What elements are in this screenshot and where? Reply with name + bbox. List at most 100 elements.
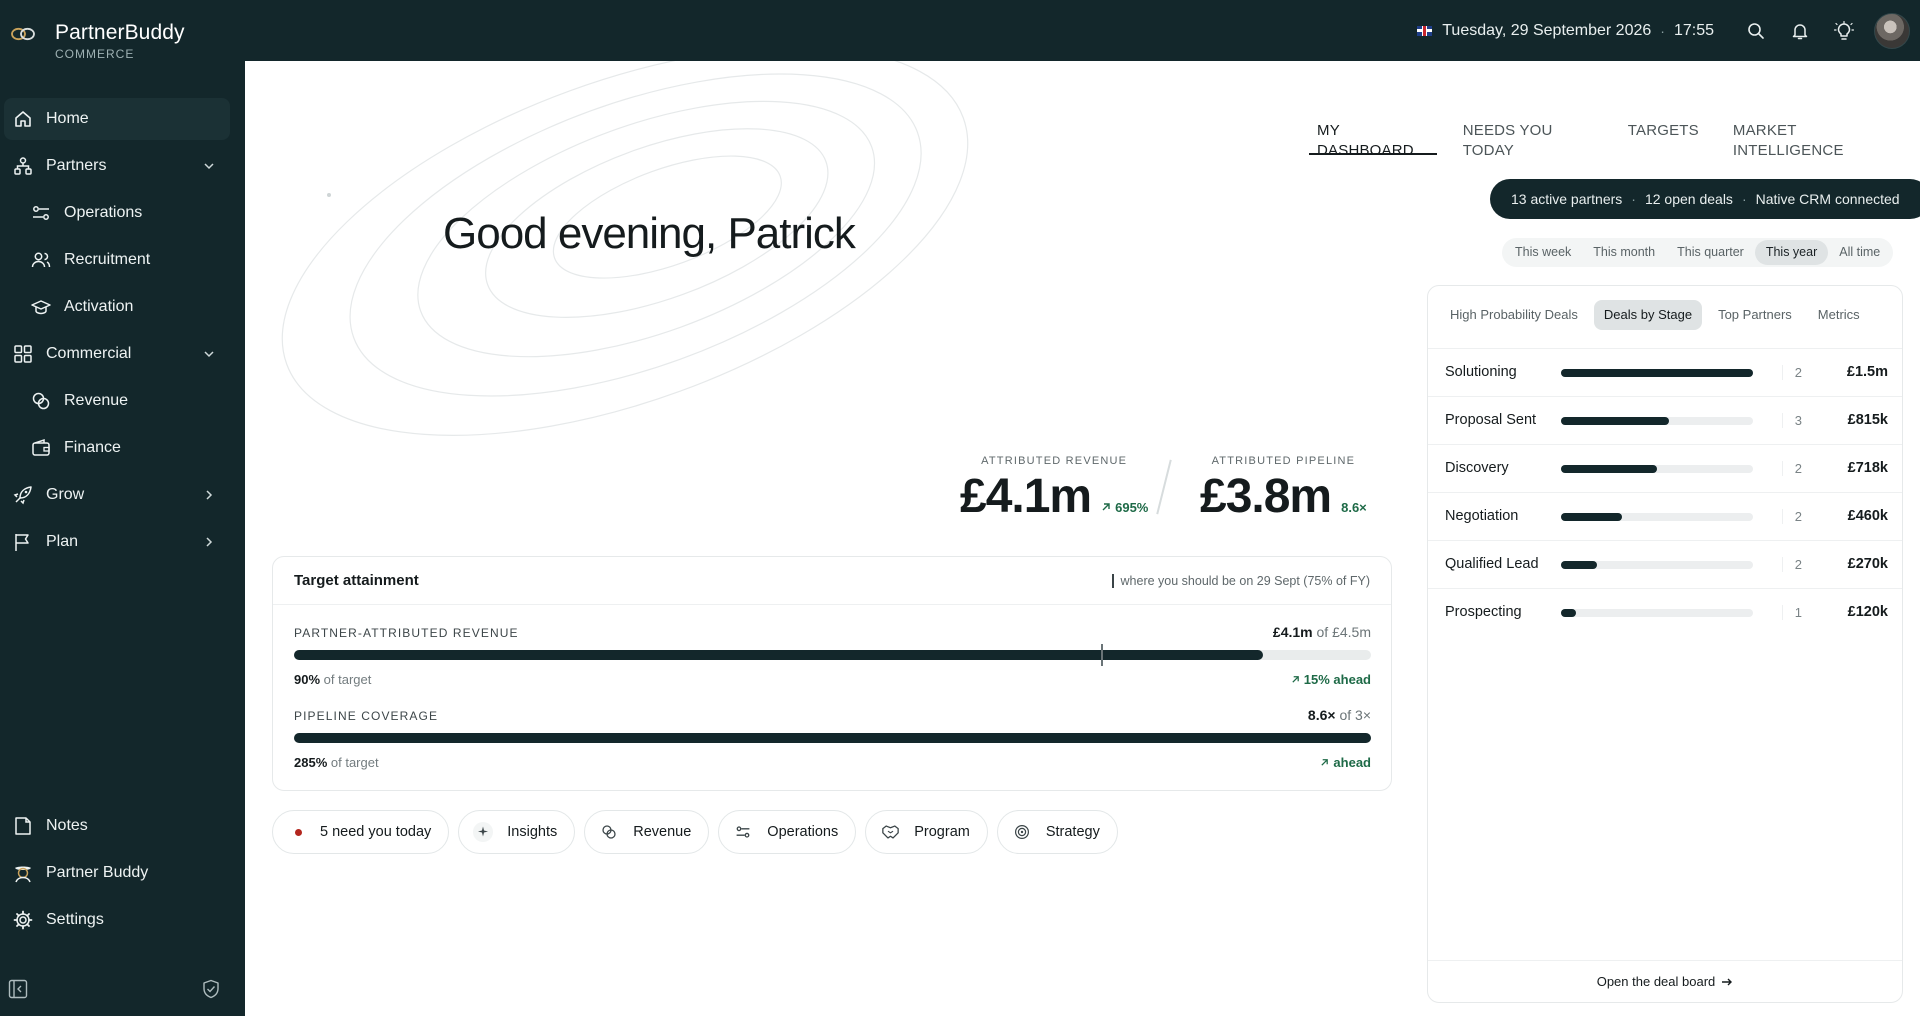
- sidebar-item-settings[interactable]: Settings: [0, 899, 245, 941]
- sidebar-item-plan[interactable]: Plan: [0, 521, 245, 563]
- stage-name: Solutioning: [1445, 364, 1517, 380]
- insights-chip[interactable]: Insights: [458, 810, 576, 854]
- sidebar-item-finance[interactable]: Finance: [0, 427, 245, 469]
- arrow-up-right-icon: [1292, 676, 1299, 683]
- metric-percent: 90% of target: [294, 672, 371, 687]
- bell-icon: [1792, 23, 1808, 39]
- operations-chip[interactable]: Operations: [718, 810, 857, 854]
- shield-check-icon[interactable]: [201, 979, 221, 999]
- tab-top-partners[interactable]: Top Partners: [1708, 300, 1802, 330]
- deal-stage-row[interactable]: Discovery 2 £718k: [1428, 444, 1902, 492]
- sidebar-footer: [0, 958, 245, 1008]
- strategy-chip[interactable]: Strategy: [996, 810, 1118, 854]
- alert-dot-icon: [295, 828, 302, 836]
- metric-amount: 8.6× of 3×: [1308, 707, 1371, 723]
- search-button[interactable]: [1734, 9, 1778, 53]
- revenue-chip[interactable]: Revenue: [584, 810, 710, 854]
- stage-bar-fill: [1561, 513, 1623, 521]
- program-chip[interactable]: Program: [865, 810, 988, 854]
- deal-stage-row[interactable]: Qualified Lead 2 £270k: [1428, 540, 1902, 588]
- sidebar-item-partner-buddy[interactable]: Partner Buddy: [0, 852, 245, 894]
- sidebar-item-notes[interactable]: Notes: [0, 805, 245, 847]
- tab-market-intelligence[interactable]: MARKET INTELLIGENCE: [1725, 113, 1902, 159]
- stage-name: Qualified Lead: [1445, 556, 1539, 572]
- sidebar-item-partners[interactable]: Partners: [0, 145, 245, 187]
- sidebar-item-recruitment[interactable]: Recruitment: [0, 239, 245, 281]
- sidebar-item-label: Partner Buddy: [46, 864, 149, 881]
- stage-amount: £815k: [1847, 412, 1888, 428]
- period-this-month[interactable]: This month: [1582, 240, 1666, 265]
- status-separator: ·: [1741, 191, 1747, 207]
- sidebar-item-grow[interactable]: Grow: [0, 474, 245, 516]
- arrow-up-right-icon: [1321, 759, 1329, 766]
- metric-label: PIPELINE COVERAGE: [294, 709, 439, 723]
- deal-stage-row[interactable]: Proposal Sent 3 £815k: [1428, 396, 1902, 444]
- decorative-rings: [281, 61, 969, 436]
- partners-icon: [12, 155, 34, 177]
- deals-panel: High Probability Deals Deals by Stage To…: [1427, 285, 1903, 1003]
- metric-percent: 285% of target: [294, 755, 379, 770]
- metric-of-word: of: [1316, 624, 1329, 640]
- target-legend-text: where you should be on 29 Sept (75% of F…: [1120, 573, 1370, 588]
- sidebar-item-label: Activation: [64, 298, 134, 315]
- search-icon: [1748, 22, 1764, 39]
- stage-deal-count: 2: [1782, 365, 1802, 380]
- sidebar-item-operations[interactable]: Operations: [0, 192, 245, 234]
- chip-label: Operations: [767, 824, 839, 840]
- rocket-icon: [12, 484, 34, 506]
- sidebar-item-revenue[interactable]: Revenue: [0, 380, 245, 422]
- needs-you-today-chip[interactable]: 5 need you today: [272, 810, 450, 854]
- theme-toggle-button[interactable]: [1822, 9, 1866, 53]
- kpi-label: ATTRIBUTED REVENUE: [981, 455, 1128, 467]
- gear-icon: [12, 909, 34, 931]
- arrow-up-right-icon: [1102, 503, 1110, 511]
- main-content: Good evening, Patrick MY DASHBOARD NEEDS…: [245, 61, 1920, 1016]
- tab-needs-you-today[interactable]: NEEDS YOU TODAY: [1455, 113, 1602, 159]
- of-target-label: of target: [330, 755, 379, 770]
- deal-stage-row[interactable]: Solutioning 2 £1.5m: [1428, 348, 1902, 396]
- chip-label: 5 need you today: [320, 824, 432, 840]
- notifications-button[interactable]: [1778, 9, 1822, 53]
- stage-amount: £1.5m: [1846, 364, 1888, 380]
- sidebar-item-activation[interactable]: Activation: [0, 286, 245, 328]
- sidebar-item-label: Finance: [64, 439, 121, 456]
- chip-label: Insights: [507, 824, 558, 840]
- sidebar-item-label: Grow: [46, 486, 85, 503]
- period-this-quarter[interactable]: This quarter: [1666, 240, 1755, 265]
- period-this-week[interactable]: This week: [1504, 240, 1582, 265]
- buddy-icon: [12, 862, 34, 884]
- open-deal-board-link[interactable]: Open the deal board: [1428, 960, 1902, 1002]
- stage-bar-fill: [1561, 417, 1669, 425]
- arrow-right-icon: [1722, 978, 1733, 985]
- tab-my-dashboard[interactable]: MY DASHBOARD: [1309, 113, 1437, 159]
- stage-amount: £120k: [1847, 604, 1888, 620]
- tab-high-probability-deals[interactable]: High Probability Deals: [1440, 300, 1588, 330]
- tab-metrics[interactable]: Metrics: [1808, 300, 1870, 330]
- period-this-year[interactable]: This year: [1754, 240, 1829, 265]
- period-all-time[interactable]: All time: [1828, 240, 1891, 265]
- brand-name[interactable]: PartnerBuddy: [55, 21, 185, 45]
- sidebar-item-home[interactable]: Home: [4, 98, 230, 140]
- active-partners-count: 13 active partners: [1511, 191, 1623, 207]
- wallet-icon: [30, 437, 52, 459]
- chip-label: Strategy: [1045, 824, 1100, 840]
- collapse-sidebar-icon[interactable]: [8, 979, 28, 999]
- sidebar: Home Partners Operations Recruitment Act…: [0, 61, 245, 1016]
- operations-icon: [30, 202, 52, 224]
- quick-links: 5 need you today Insights Revenue Operat…: [272, 810, 1127, 854]
- tab-deals-by-stage[interactable]: Deals by Stage: [1593, 300, 1703, 330]
- progress-fill: [294, 650, 1264, 660]
- deal-stage-row[interactable]: Negotiation 2 £460k: [1428, 492, 1902, 540]
- user-avatar[interactable]: [1874, 12, 1910, 49]
- metric-ahead: ahead: [1320, 755, 1371, 770]
- metric-label: PARTNER-ATTRIBUTED REVENUE: [294, 626, 519, 640]
- stage-bar-fill: [1561, 465, 1657, 473]
- tab-targets[interactable]: TARGETS: [1620, 113, 1707, 155]
- sidebar-item-commercial[interactable]: Commercial: [0, 333, 245, 375]
- stage-deal-count: 3: [1782, 413, 1802, 428]
- sidebar-item-label: Home: [46, 110, 89, 127]
- deal-stage-row[interactable]: Prospecting 1 £120k: [1428, 588, 1902, 636]
- kpi-attributed-revenue: ATTRIBUTED REVENUE £4.1m 695%: [960, 455, 1148, 524]
- stage-bar-track: [1561, 417, 1753, 425]
- sidebar-item-label: Partners: [46, 157, 107, 174]
